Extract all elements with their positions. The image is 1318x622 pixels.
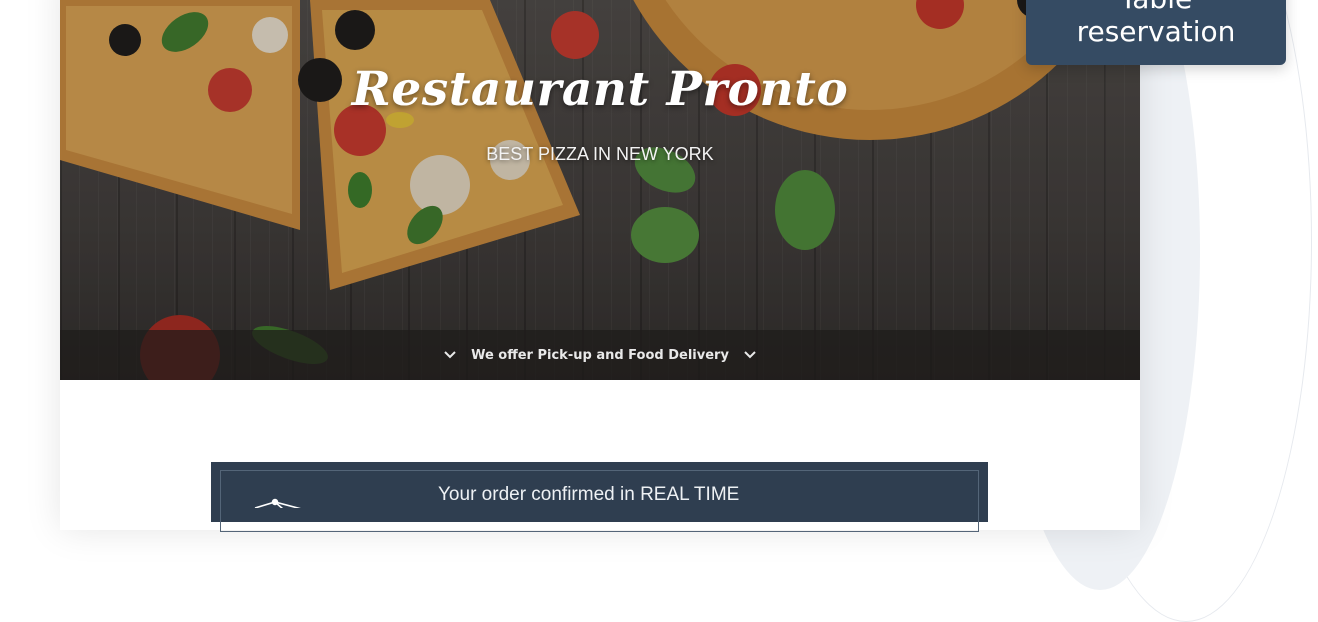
network-icon bbox=[254, 498, 301, 508]
restaurant-tagline: BEST PIZZA IN NEW YORK bbox=[486, 144, 714, 164]
order-confirmation-banner: Your order confirmed in REAL TIME bbox=[211, 462, 988, 532]
chevron-down-icon bbox=[444, 351, 456, 359]
reservation-label-line2: reservation bbox=[1076, 15, 1236, 48]
restaurant-title: Restaurant Pronto bbox=[351, 62, 849, 117]
hero-overlay bbox=[60, 0, 1140, 380]
table-reservation-button[interactable]: Table reservation bbox=[1026, 0, 1286, 65]
banner-headline: Your order confirmed in REAL TIME bbox=[438, 484, 740, 505]
delivery-info-text: We offer Pick-up and Food Delivery bbox=[471, 347, 729, 363]
hero-section: Restaurant Pronto BEST PIZZA IN NEW YORK… bbox=[60, 0, 1140, 380]
chevron-down-icon bbox=[744, 351, 756, 359]
reservation-label-line1: Table bbox=[1026, 0, 1286, 15]
delivery-info-bar[interactable]: We offer Pick-up and Food Delivery bbox=[60, 330, 1140, 380]
